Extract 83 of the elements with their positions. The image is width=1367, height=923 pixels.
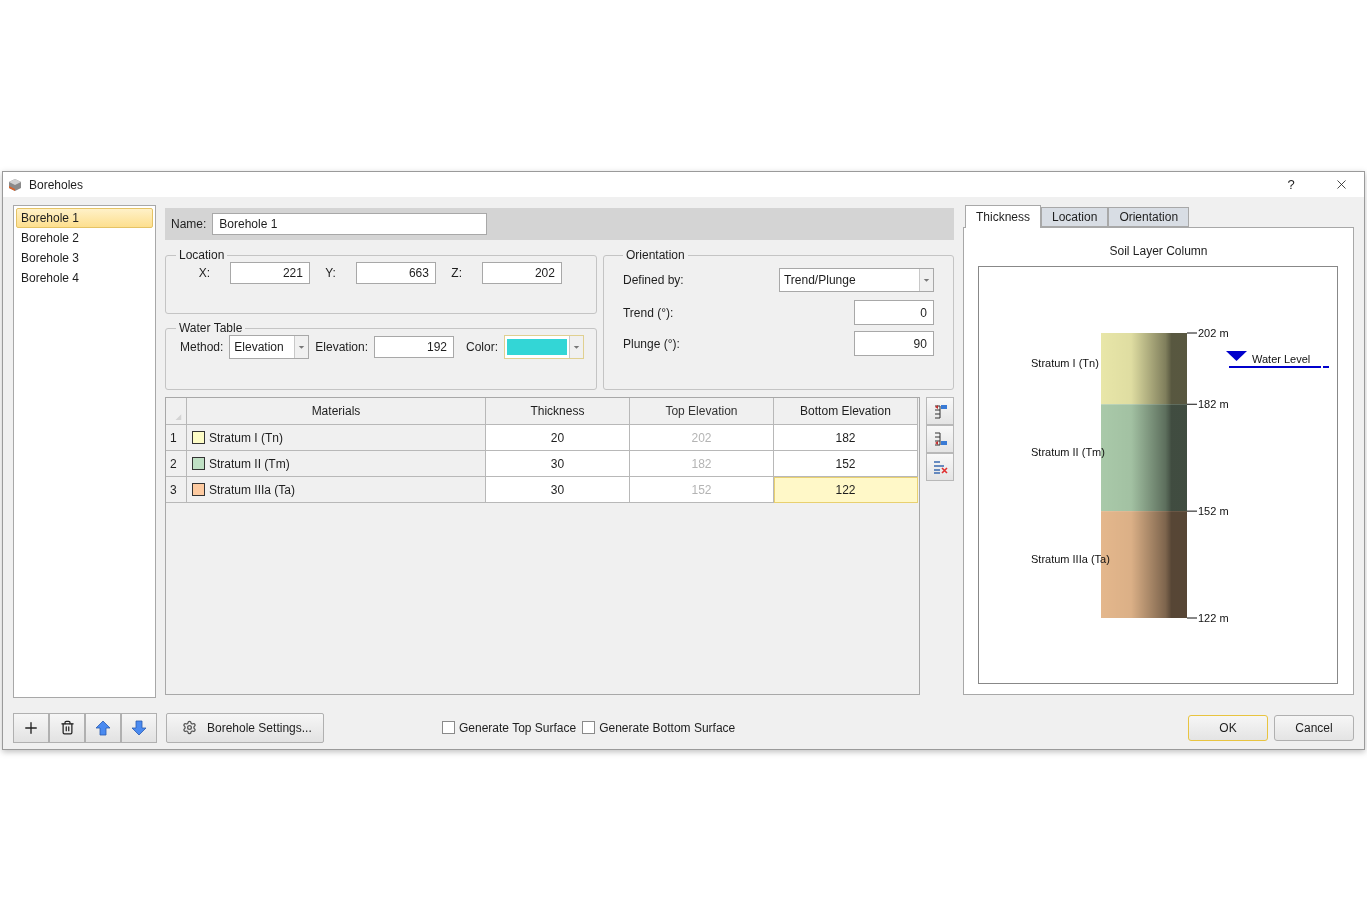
insert-row-above-button[interactable] [925, 397, 954, 426]
elevation-label: 182 m [1198, 398, 1230, 411]
app-icon [7, 176, 23, 193]
borehole-item[interactable]: Borehole 4 [16, 268, 153, 289]
coordinate-field[interactable]: 221 [229, 262, 310, 285]
material-name: Stratum II (Tm) [208, 456, 290, 471]
table-cell[interactable]: 20 [485, 425, 630, 452]
defined-by-dropdown[interactable]: Trend/Plunge [778, 268, 934, 293]
water-level-icon [1226, 351, 1248, 362]
help-button[interactable]: ? [1276, 177, 1306, 193]
method-dropdown[interactable]: Elevation [229, 335, 310, 360]
name-field[interactable]: Borehole 1 [212, 213, 488, 236]
borehole-item[interactable]: Borehole 2 [16, 228, 153, 249]
layer-label: Stratum I (Tn) [1031, 356, 1100, 369]
settings-icon [182, 720, 197, 736]
column-header[interactable]: Bottom Elevation [773, 398, 918, 426]
elevation-label: Elevation: [315, 340, 369, 355]
coordinate-label: Y: [324, 266, 337, 281]
coordinate-label: X: [197, 266, 211, 281]
tab[interactable]: Location [1041, 207, 1109, 228]
water-level-label: Water Level [1252, 353, 1311, 366]
table-cell[interactable]: 182 [773, 425, 918, 452]
material-name: Stratum I (Tn) [208, 430, 283, 445]
borehole-item[interactable]: Borehole 1 [16, 208, 153, 229]
material-name: Stratum IIIa (Ta) [208, 482, 295, 497]
tick-mark [1187, 332, 1198, 334]
table-cell[interactable]: Stratum II (Tm) [186, 451, 486, 478]
table-cell[interactable]: 30 [485, 451, 630, 478]
borehole-settings-button[interactable]: Borehole Settings... [166, 712, 324, 743]
arrow-up-icon [95, 719, 111, 736]
borehole-item[interactable]: Borehole 3 [16, 248, 153, 269]
color-dropdown[interactable] [504, 335, 585, 360]
row-number: 3 [165, 477, 187, 504]
row-number: 1 [165, 425, 187, 452]
window-title: Boreholes [29, 177, 85, 192]
name-label: Name: [170, 217, 207, 232]
insert-row-below-button[interactable] [925, 425, 954, 454]
tick-mark [1187, 404, 1198, 405]
column-header[interactable]: Materials [186, 398, 486, 426]
coordinate-field[interactable]: 663 [355, 262, 436, 285]
column-header[interactable]: Thickness [485, 398, 630, 426]
checkbox[interactable] [582, 721, 596, 735]
corner-icon [165, 398, 187, 426]
elevation-label: 152 m [1198, 505, 1230, 518]
trend-field[interactable]: 0 [853, 300, 934, 326]
add-button[interactable] [13, 712, 49, 743]
delete-row-icon [931, 459, 948, 476]
delete-row-button[interactable] [925, 453, 954, 482]
coordinate-label: Z: [450, 266, 463, 281]
table-cell[interactable]: 152 [773, 451, 918, 478]
tab[interactable]: Orientation [1108, 207, 1190, 228]
cancel-button[interactable]: Cancel [1274, 714, 1354, 741]
row-number: 2 [165, 451, 187, 478]
table-cell[interactable]: 122 [773, 477, 918, 504]
color-label: Color: [466, 340, 499, 355]
group-title: Orientation [624, 248, 686, 263]
group-title: Water Table [177, 321, 244, 336]
trash-icon [59, 720, 75, 736]
move-up-button[interactable] [85, 712, 121, 743]
table-cell[interactable]: Stratum I (Tn) [186, 425, 486, 452]
defined-by-label: Defined by: [622, 273, 684, 288]
tick-mark [1187, 617, 1198, 619]
table-cell[interactable]: Stratum IIIa (Ta) [186, 477, 486, 504]
checkbox[interactable] [442, 721, 455, 735]
table-cell[interactable]: 30 [485, 477, 630, 504]
delete-button[interactable] [49, 712, 85, 743]
coordinate-field[interactable]: 202 [481, 262, 562, 285]
ok-button[interactable]: OK [1188, 714, 1268, 741]
chart-title: Soil Layer Column [1109, 244, 1208, 259]
arrow-down-icon [131, 719, 147, 736]
group-title: Location [177, 248, 226, 263]
elevation-label: 122 m [1198, 612, 1230, 625]
layer-label: Stratum IIIa (Ta) [1031, 552, 1111, 565]
plunge-field[interactable]: 90 [853, 331, 934, 357]
elevation-field[interactable]: 192 [374, 336, 455, 359]
elevation-label: 202 m [1198, 327, 1230, 340]
trend-label: Trend (°): [622, 305, 674, 320]
method-label: Method: [178, 340, 224, 355]
layer-label: Stratum II (Tm) [1031, 445, 1106, 458]
move-down-button[interactable] [121, 712, 157, 743]
plunge-label: Plunge (°): [622, 336, 680, 351]
tab[interactable]: Thickness [964, 205, 1041, 229]
tick-mark [1187, 510, 1198, 512]
